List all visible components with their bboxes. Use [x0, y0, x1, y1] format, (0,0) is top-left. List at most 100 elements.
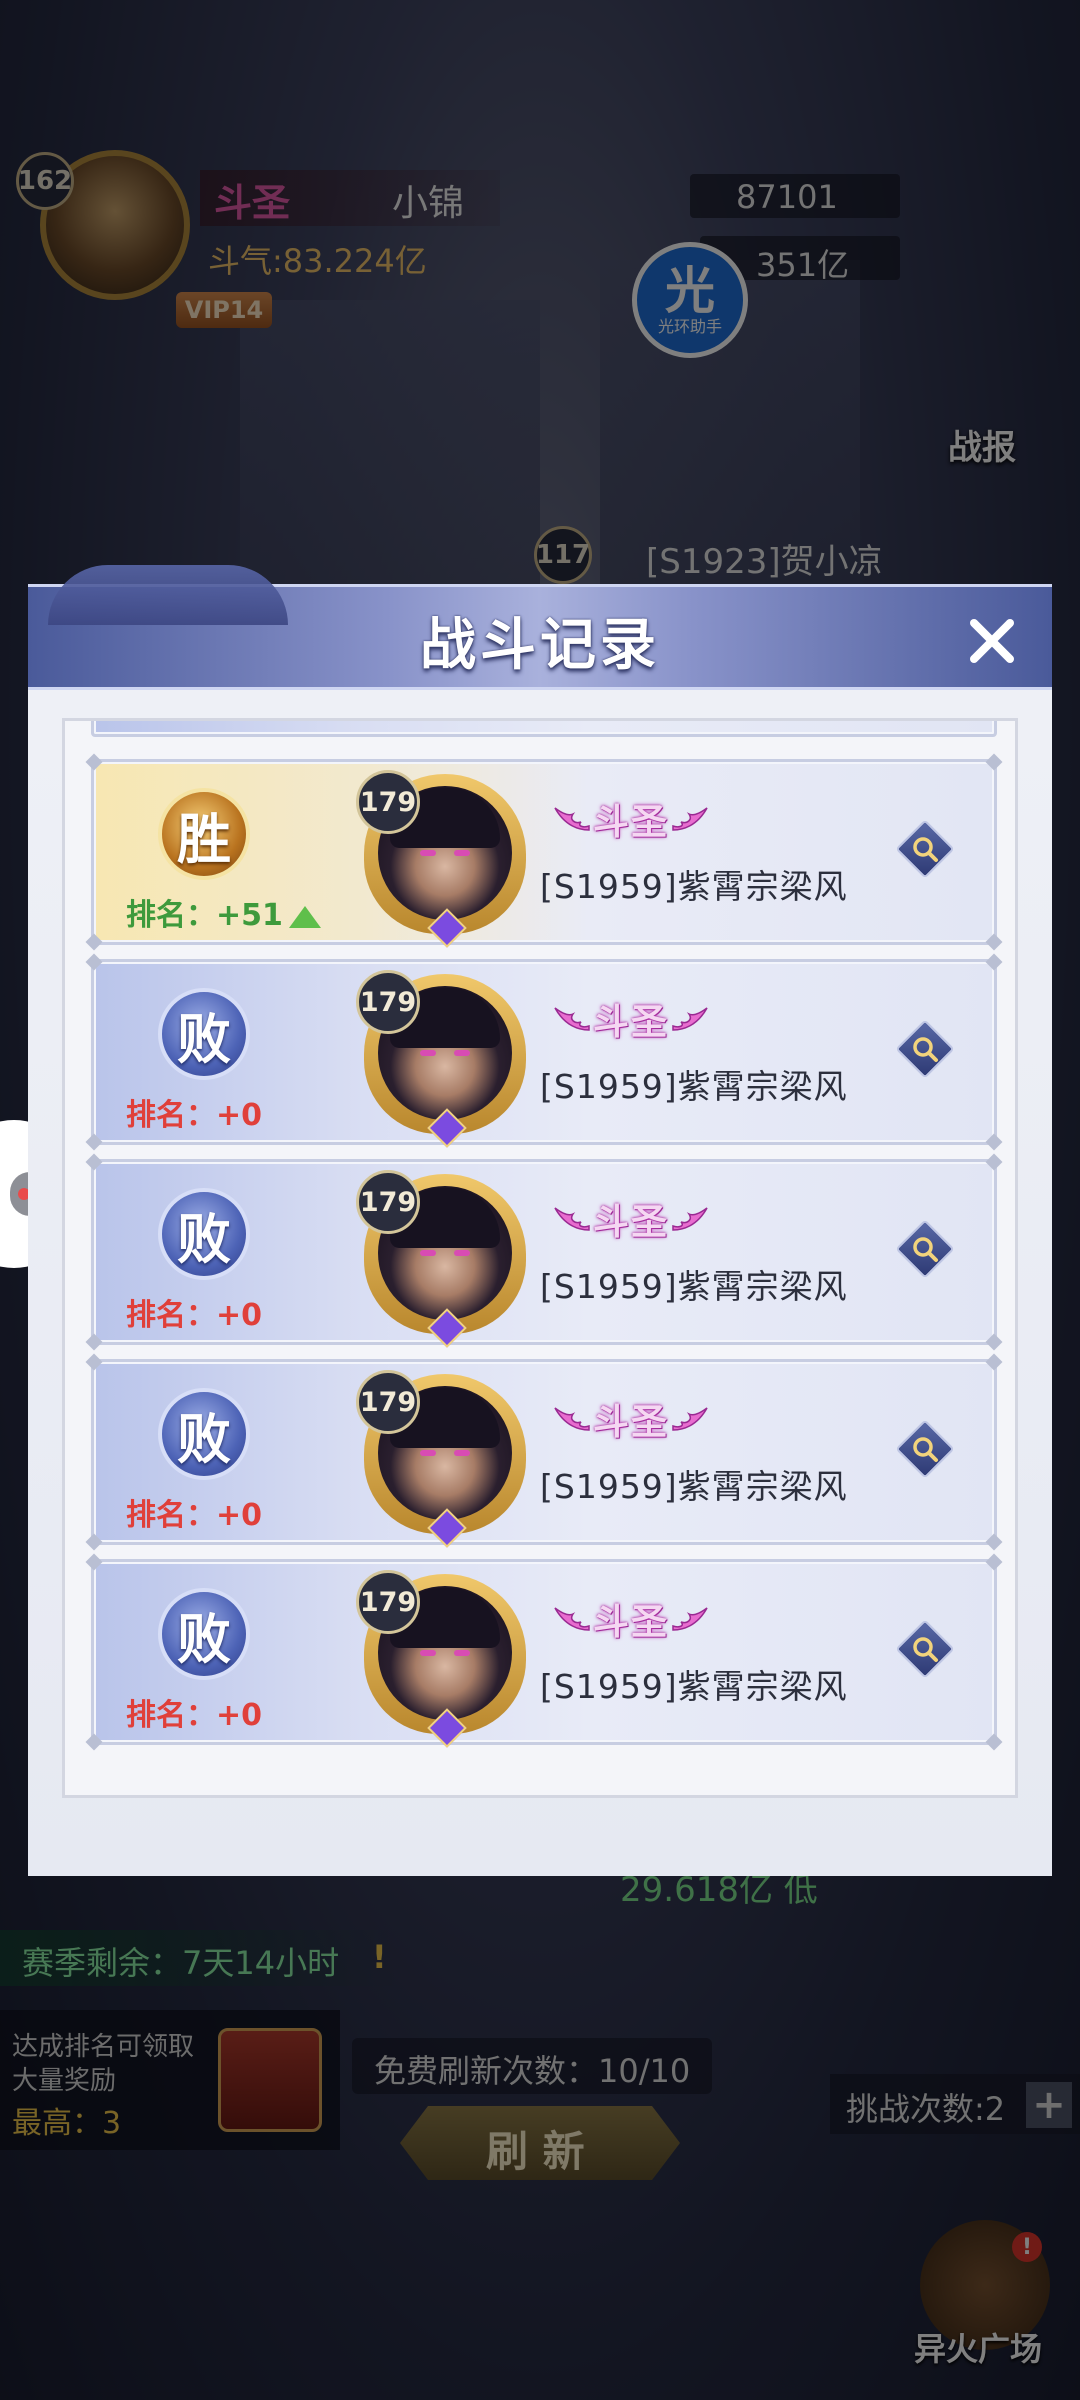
magnifier-icon [913, 1237, 938, 1262]
row-corner-ornament [985, 933, 1003, 951]
title-wing-left-icon [551, 1400, 591, 1438]
rank-change-text: 排名：+0 [126, 1490, 262, 1534]
rank-change-text: 排名：+0 [126, 1690, 262, 1734]
opponent-name: [S1959]紫霄宗梁风 [540, 1667, 848, 1706]
close-x-icon [970, 619, 1014, 663]
title-wing-left-icon [551, 800, 591, 838]
view-replay-button[interactable] [895, 1619, 955, 1679]
record-row: 胜排名：+51 179 斗圣 [S1959]紫霄宗梁风 [85, 753, 1003, 951]
rank-change-value: +0 [216, 1098, 263, 1133]
result-badge: 胜 [158, 788, 250, 880]
record-row: 败排名：+0 179 斗圣 [S1959]紫霄宗梁风 [85, 1153, 1003, 1351]
record-list-frame: 胜排名：+51 179 斗圣 [S1959]紫霄宗梁风败排名：+0 179 斗圣 [S195… [62, 718, 1018, 1798]
opponent-title: 斗圣 [592, 1001, 669, 1043]
row-corner-ornament [85, 1553, 103, 1571]
dialog-title: 战斗记录 [420, 611, 660, 678]
avatar-eye [454, 1450, 470, 1456]
opponent-level-badge: 179 [356, 1170, 420, 1234]
battle-record-dialog: 战斗记录 胜排名：+51 179 斗圣 [S1959]紫霄宗梁风败排名：+0 179 斗圣… [28, 565, 1052, 1876]
opponent-name: [S1959]紫霄宗梁风 [540, 1267, 848, 1306]
avatar-eye [420, 850, 436, 856]
opponent-title: 斗圣 [592, 1201, 669, 1243]
dialog-header: 战斗记录 [28, 565, 1052, 690]
record-row-partial [91, 721, 997, 737]
result-badge: 败 [158, 988, 250, 1080]
view-replay-button[interactable] [895, 1419, 955, 1479]
rank-label: 排名： [126, 1098, 216, 1133]
rank-label: 排名： [126, 1698, 216, 1733]
avatar-eye [454, 1050, 470, 1056]
opponent-level-badge: 179 [356, 970, 420, 1034]
opponent-title-art: 斗圣 [540, 794, 722, 844]
opponent-title-art: 斗圣 [540, 1194, 722, 1244]
opponent-level-badge: 179 [356, 770, 420, 834]
row-corner-ornament [85, 933, 103, 951]
title-wing-left-icon [551, 1200, 591, 1238]
row-corner-ornament [85, 1733, 103, 1751]
record-row: 败排名：+0 179 斗圣 [S1959]紫霄宗梁风 [85, 1353, 1003, 1551]
rank-change-value: +0 [216, 1698, 263, 1733]
avatar-eye [420, 1050, 436, 1056]
row-corner-ornament [985, 1333, 1003, 1351]
opponent-name: [S1959]紫霄宗梁风 [540, 867, 848, 906]
magnifier-icon [913, 1637, 938, 1662]
row-corner-ornament [985, 953, 1003, 971]
title-wing-left-icon [551, 1600, 591, 1638]
rank-label: 排名： [126, 1298, 216, 1333]
row-corner-ornament [85, 1153, 103, 1171]
rank-change-value: +0 [216, 1498, 263, 1533]
rank-label: 排名： [126, 898, 216, 933]
opponent-title-art: 斗圣 [540, 994, 722, 1044]
row-corner-ornament [985, 1153, 1003, 1171]
rank-label: 排名： [126, 1498, 216, 1533]
row-corner-ornament [985, 753, 1003, 771]
magnifier-icon [913, 1437, 938, 1462]
row-corner-ornament [85, 1533, 103, 1551]
opponent-title-art: 斗圣 [540, 1594, 722, 1644]
row-corner-ornament [985, 1133, 1003, 1151]
opponent-title: 斗圣 [592, 1401, 669, 1443]
row-corner-ornament [85, 953, 103, 971]
opponent-level-badge: 179 [356, 1370, 420, 1434]
result-badge: 败 [158, 1188, 250, 1280]
rank-change-text: 排名：+0 [126, 1290, 262, 1334]
row-corner-ornament [85, 1353, 103, 1371]
opponent-title-art: 斗圣 [540, 1394, 722, 1444]
avatar-eye [454, 1250, 470, 1256]
view-replay-button[interactable] [895, 1019, 955, 1079]
title-wing-right-icon [671, 800, 711, 838]
row-corner-ornament [985, 1733, 1003, 1751]
avatar-eye [454, 1650, 470, 1656]
close-button[interactable] [952, 601, 1032, 681]
rank-up-arrow-icon [288, 905, 321, 928]
record-row: 败排名：+0 179 斗圣 [S1959]紫霄宗梁风 [85, 1553, 1003, 1751]
opponent-name: [S1959]紫霄宗梁风 [540, 1067, 848, 1106]
avatar-eye [420, 1650, 436, 1656]
rank-change-text: 排名：+0 [126, 1090, 262, 1134]
view-replay-button[interactable] [895, 819, 955, 879]
opponent-title: 斗圣 [592, 801, 669, 843]
avatar-eye [420, 1250, 436, 1256]
rank-change-value: +51 [216, 898, 283, 933]
record-row: 败排名：+0 179 斗圣 [S1959]紫霄宗梁风 [85, 953, 1003, 1151]
result-badge: 败 [158, 1388, 250, 1480]
result-badge: 败 [158, 1588, 250, 1680]
title-wing-right-icon [671, 1400, 711, 1438]
avatar-eye [454, 850, 470, 856]
opponent-name: [S1959]紫霄宗梁风 [540, 1467, 848, 1506]
title-wing-left-icon [551, 1000, 591, 1038]
row-corner-ornament [85, 753, 103, 771]
rank-change-text: 排名：+51 [126, 890, 321, 934]
record-list[interactable]: 胜排名：+51 179 斗圣 [S1959]紫霄宗梁风败排名：+0 179 斗圣 [S195… [65, 721, 1015, 1795]
row-corner-ornament [985, 1553, 1003, 1571]
view-replay-button[interactable] [895, 1219, 955, 1279]
opponent-level-badge: 179 [356, 1570, 420, 1634]
row-corner-ornament [985, 1533, 1003, 1551]
avatar-eye [420, 1450, 436, 1456]
title-wing-right-icon [671, 1200, 711, 1238]
row-corner-ornament [85, 1333, 103, 1351]
rank-change-value: +0 [216, 1298, 263, 1333]
dialog-body: 胜排名：+51 179 斗圣 [S1959]紫霄宗梁风败排名：+0 179 斗圣 [S195… [28, 690, 1052, 1876]
magnifier-icon [913, 1037, 938, 1062]
row-corner-ornament [985, 1353, 1003, 1371]
